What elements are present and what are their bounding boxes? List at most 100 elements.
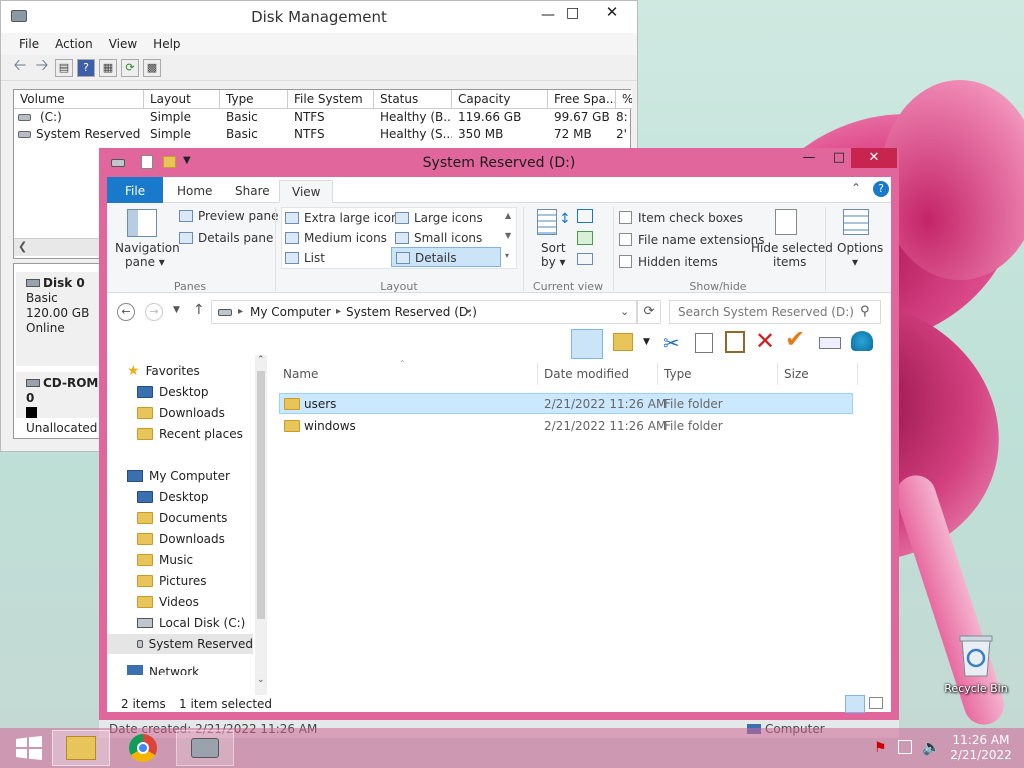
layout-scroll-up-icon[interactable]: ▲	[505, 211, 511, 220]
refresh-icon[interactable]: ⟳	[121, 58, 139, 77]
group-by-icon[interactable]	[577, 209, 593, 223]
nav-pc-music[interactable]: Music	[137, 550, 193, 570]
volume-muted-icon[interactable]: 🔈	[922, 738, 941, 756]
details-pane-button[interactable]: Details pane	[179, 231, 273, 245]
taskbar-disk-management[interactable]	[176, 730, 234, 766]
file-name-extensions-checkbox[interactable]: File name extensions	[619, 233, 765, 247]
layout-scroll-down-icon[interactable]: ▼	[505, 231, 511, 240]
copy-icon[interactable]	[695, 333, 713, 353]
nav-fav-downloads[interactable]: Downloads	[137, 403, 225, 423]
nav-scrollbar[interactable]: ⌃ ⌄	[255, 355, 267, 695]
forward-button[interactable]: →	[145, 303, 163, 321]
size-columns-icon[interactable]	[577, 253, 593, 265]
col-layout[interactable]: Layout	[144, 90, 220, 109]
up-button[interactable]: ↑	[193, 302, 205, 318]
layout-large-icons[interactable]: Large icons	[395, 211, 483, 225]
nav-fav-desktop[interactable]: Desktop	[137, 382, 209, 402]
cdrom-info[interactable]: CD-ROM 0 Unallocated	[16, 372, 112, 435]
taskbar-chrome[interactable]	[114, 730, 172, 766]
add-columns-icon[interactable]	[577, 231, 593, 245]
refresh-button[interactable]: ⟳	[637, 300, 661, 324]
item-check-boxes-checkbox[interactable]: Item check boxes	[619, 211, 743, 225]
nav-pc-local-disk[interactable]: Local Disk (C:)	[137, 613, 245, 633]
explorer-minimize-button[interactable]: —	[795, 148, 823, 168]
help-icon[interactable]: ?	[77, 58, 95, 77]
scroll-thumb[interactable]	[257, 371, 265, 619]
tab-share[interactable]: Share	[223, 180, 282, 203]
large-icons-view-toggle[interactable]	[869, 697, 883, 709]
dropdown-icon[interactable]: ▼	[643, 337, 650, 347]
address-dropdown-icon[interactable]: ⌄	[620, 305, 629, 318]
file-row[interactable]: users 2/21/2022 11:26 AM File folder	[279, 393, 853, 414]
explorer-close-button[interactable]: ✕	[851, 148, 897, 168]
col-capacity[interactable]: Capacity	[452, 90, 548, 109]
layout-extra-large-icons[interactable]: Extra large icons	[285, 211, 405, 225]
nav-fav-recent-places[interactable]: Recent places	[137, 424, 243, 444]
breadcrumb-my-computer[interactable]: My Computer	[250, 305, 331, 319]
network-status-icon[interactable]	[898, 740, 912, 754]
dm-menu-action[interactable]: Action	[47, 37, 101, 51]
nav-pc-desktop[interactable]: Desktop	[137, 487, 209, 507]
search-input[interactable]: Search System Reserved (D:)	[678, 305, 854, 319]
nav-pc-pictures[interactable]: Pictures	[137, 571, 207, 591]
nav-favorites[interactable]: ★ Favorites	[127, 361, 200, 381]
dm-menu-help[interactable]: Help	[145, 37, 188, 51]
dm-minimize-button[interactable]: —	[541, 7, 555, 23]
explorer-maximize-button[interactable]: □	[825, 148, 853, 168]
scroll-down-icon[interactable]: ⌄	[257, 675, 265, 685]
layout-expand-icon[interactable]: ▾	[505, 251, 509, 260]
dm-close-button[interactable]: ✕	[591, 1, 633, 23]
details-view-toggle[interactable]	[845, 695, 865, 713]
col-name[interactable]: Name	[283, 367, 318, 381]
col-volume[interactable]: Volume	[14, 90, 144, 109]
clock[interactable]: 11:26 AM 2/21/2022	[948, 733, 1014, 763]
tab-view[interactable]: View	[279, 180, 334, 203]
nav-pc-videos[interactable]: Videos	[137, 592, 199, 612]
help-icon[interactable]: ?	[873, 181, 889, 197]
file-row[interactable]: windows 2/21/2022 11:26 AM File folder	[279, 415, 853, 436]
dm-maximize-button[interactable]: □	[566, 5, 579, 21]
checkmark-icon[interactable]: ✔	[785, 325, 805, 353]
start-button[interactable]	[0, 730, 58, 766]
col-file-system[interactable]: File System	[288, 90, 374, 109]
col-free-space[interactable]: Free Spa...	[548, 90, 616, 109]
rescan-icon[interactable]: ▩	[143, 58, 161, 77]
nav-pc-downloads[interactable]: Downloads	[137, 529, 225, 549]
preview-pane-button[interactable]: Preview pane	[179, 209, 278, 223]
folder-check-icon[interactable]	[613, 333, 633, 351]
recycle-bin[interactable]: Recycle Bin	[940, 630, 1012, 695]
back-button[interactable]: ←	[117, 303, 135, 321]
disk0-info[interactable]: Disk 0 Basic 120.00 GB Online	[16, 272, 112, 366]
details-view-button[interactable]	[571, 329, 603, 359]
dm-menu-file[interactable]: File	[11, 37, 47, 51]
tab-file[interactable]: File	[107, 177, 164, 203]
layout-details[interactable]: Details	[391, 247, 501, 267]
delete-icon[interactable]: ✕	[755, 327, 775, 355]
rename-icon[interactable]	[819, 337, 841, 349]
layout-list[interactable]: List	[285, 251, 325, 265]
search-box[interactable]: Search System Reserved (D:) ⚲	[669, 300, 881, 324]
nav-my-computer[interactable]: My Computer	[127, 466, 230, 486]
action-center-flag-icon[interactable]: ⚑	[874, 740, 887, 756]
dm-menu-view[interactable]: View	[101, 37, 145, 51]
console-tree-icon[interactable]: ▤	[55, 58, 73, 77]
cut-icon[interactable]: ✂	[663, 331, 680, 355]
scroll-up-icon[interactable]: ⌃	[257, 355, 265, 365]
taskbar-file-explorer[interactable]	[52, 730, 110, 766]
layout-small-icons[interactable]: Small icons	[395, 231, 482, 245]
breadcrumb-system-reserved[interactable]: System Reserved (D:)	[346, 305, 477, 319]
properties-icon[interactable]: ▦	[99, 58, 117, 77]
tab-home[interactable]: Home	[165, 180, 224, 203]
col-percent[interactable]: %	[616, 90, 632, 109]
nav-network[interactable]: Network	[127, 665, 199, 675]
collapse-ribbon-icon[interactable]: ⌃	[851, 181, 861, 195]
col-size[interactable]: Size	[784, 367, 809, 381]
address-bar[interactable]: ▸ My Computer ▸ System Reserved (D:) ▸ ⌄	[211, 300, 637, 324]
col-type[interactable]: Type	[220, 90, 288, 109]
scroll-left-icon[interactable]: ❮	[18, 240, 27, 253]
forward-arrow-icon[interactable]: 🡢	[33, 55, 51, 77]
hidden-items-checkbox[interactable]: Hidden items	[619, 255, 718, 269]
nav-pc-system-reserved[interactable]: System Reserved	[107, 634, 253, 654]
col-type[interactable]: Type	[664, 367, 692, 381]
col-date-modified[interactable]: Date modified	[544, 367, 629, 381]
